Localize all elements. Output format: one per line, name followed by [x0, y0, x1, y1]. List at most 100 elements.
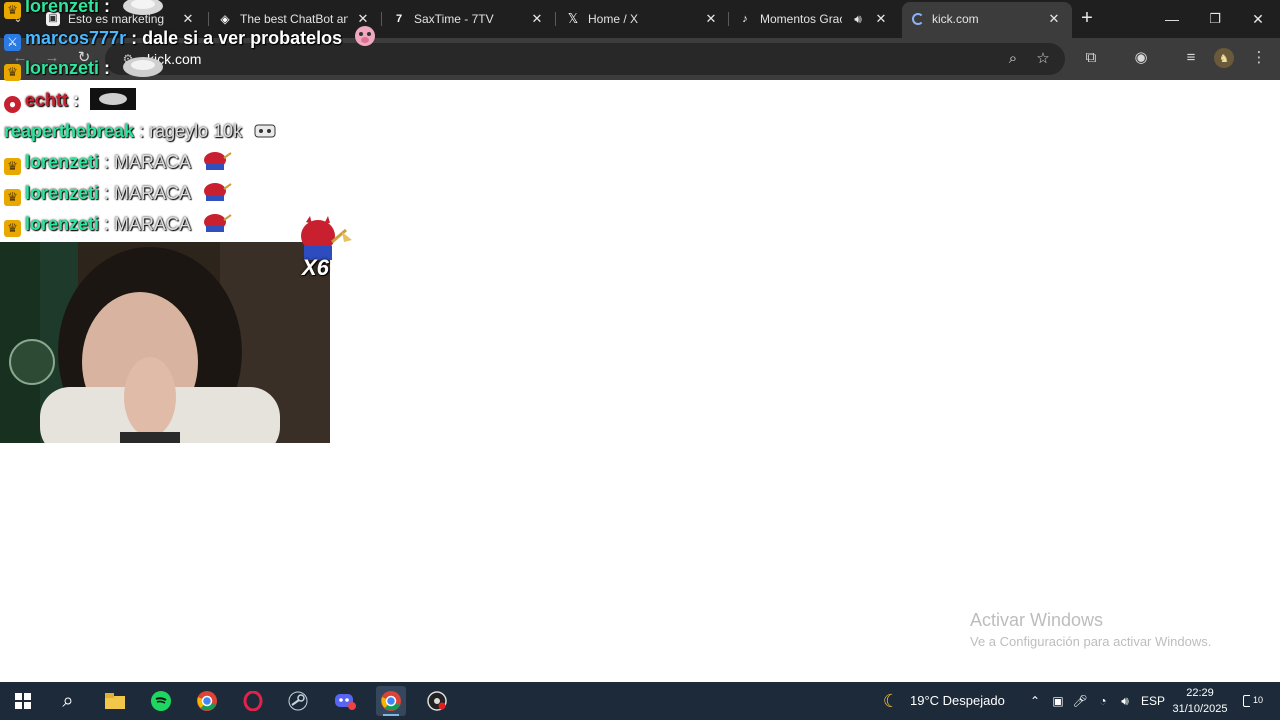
taskbar-clock[interactable]: 22:29 31/10/2025 — [1168, 685, 1232, 717]
chevron-up-icon[interactable]: ⌃ — [1026, 682, 1044, 720]
chat-username: lorenzeti — [25, 183, 100, 203]
chat-text: MARACA — [109, 183, 192, 203]
speaker-icon[interactable]: 🔊︎ — [850, 4, 866, 34]
chat-text: rageylo 10k — [144, 121, 243, 141]
emote-image — [123, 0, 164, 15]
tab-home-x[interactable]: 𝕏 Home / X ✕ — [566, 4, 726, 34]
obs-icon[interactable] — [422, 686, 452, 716]
7tv-icon: 7 — [395, 13, 403, 25]
profile-avatar[interactable]: ♞ — [1214, 48, 1234, 68]
activate-windows-title: Activar Windows — [970, 610, 1104, 630]
tab-separator — [555, 12, 556, 26]
chat-separator: : — [99, 58, 111, 78]
notification-count: 10 — [1250, 694, 1266, 708]
chat-username: lorenzeti — [25, 152, 100, 172]
lens-icon[interactable]: ◉ — [1130, 47, 1152, 69]
discord-icon[interactable] — [330, 686, 360, 716]
media-controls-icon[interactable]: ≡ — [1180, 47, 1202, 69]
minimize-icon[interactable]: — — [1160, 8, 1184, 30]
windows-start-icon[interactable] — [8, 686, 38, 716]
search-icon[interactable]: ⌕ — [53, 686, 83, 716]
crown-badge-icon: ♛ — [4, 64, 21, 81]
crown-badge-icon: ♛ — [4, 2, 21, 19]
zoom-icon[interactable]: ⌕ — [1002, 48, 1024, 70]
chat-separator: : — [68, 90, 80, 110]
clock-date: 31/10/2025 — [1172, 703, 1228, 715]
volume-icon[interactable]: 🔊︎ — [1116, 682, 1134, 720]
tab-momentos-gracio[interactable]: ♪ Momentos Gracio 🔊︎ ✕ — [738, 4, 898, 34]
chrome-menu-icon[interactable]: ⋮ — [1248, 47, 1270, 69]
close-tab-icon[interactable]: ✕ — [1046, 2, 1062, 38]
close-tab-icon[interactable]: ✕ — [529, 4, 545, 34]
chat-separator: : — [99, 214, 110, 234]
chat-separator: : — [99, 152, 110, 172]
tab-title: SaxTime - 7TV — [414, 12, 494, 26]
loading-icon — [912, 13, 924, 25]
emote-image — [254, 124, 276, 138]
moon-weather-icon[interactable]: ☾ — [878, 682, 904, 720]
crown-badge-icon: ♛ — [4, 158, 21, 175]
tiktok-icon: ♪ — [742, 13, 748, 25]
tab-separator — [381, 12, 382, 26]
chat-message: ● echtt : — [4, 87, 137, 113]
tab-title: Momentos Gracio — [760, 12, 842, 26]
verified-badge-icon: ● — [4, 96, 21, 113]
chat-separator: : — [134, 121, 145, 141]
file-explorer-icon[interactable] — [100, 686, 130, 716]
bookmark-star-icon[interactable]: ☆ — [1032, 48, 1054, 70]
tab-separator — [728, 12, 729, 26]
chat-username: lorenzeti — [25, 0, 100, 16]
x-icon: 𝕏 — [567, 11, 579, 26]
chrome-icon[interactable] — [192, 686, 222, 716]
chat-username: echtt — [25, 90, 69, 110]
maraca-emote-image — [204, 152, 232, 170]
meet-now-icon[interactable]: ▣ — [1049, 682, 1067, 720]
tab-saxtime-7tv[interactable]: 7 SaxTime - 7TV ✕ — [392, 4, 552, 34]
chat-message: ♛ lorenzeti : MARACA — [4, 149, 232, 175]
tab-kick-com[interactable]: kick.com ✕ — [902, 2, 1072, 38]
pig-emote-image — [355, 26, 376, 46]
chrome-active-icon[interactable] — [376, 686, 406, 716]
active-app-indicator — [383, 714, 399, 716]
close-tab-icon[interactable]: ✕ — [873, 4, 889, 34]
chat-text: MARACA — [109, 214, 192, 234]
sword-badge-icon: ⚔ — [4, 34, 21, 51]
maraca-emote-image — [204, 183, 232, 201]
chat-separator: : — [126, 28, 138, 48]
microphone-icon[interactable]: 🎤︎ — [1071, 682, 1089, 720]
webcam-image — [0, 242, 330, 443]
webcam-feed — [0, 242, 330, 443]
maraca-emote-image — [204, 214, 232, 232]
close-window-icon[interactable]: ✕ — [1246, 8, 1270, 30]
chat-message: reaperthebreak : rageylo 10k — [4, 118, 279, 144]
steam-icon[interactable] — [283, 686, 313, 716]
chat-username: lorenzeti — [25, 214, 100, 234]
chat-text: dale si a ver probatelos — [137, 28, 343, 48]
activate-windows-subtitle: Ve a Configuración para activar Windows. — [970, 634, 1212, 649]
emote-image — [123, 57, 164, 77]
sticker-multiplier: X6 — [302, 255, 329, 280]
opera-gx-icon[interactable] — [238, 686, 268, 716]
clock-time: 22:29 — [1186, 687, 1214, 699]
chat-username: lorenzeti — [25, 58, 100, 78]
windows-taskbar: ⌕ ☾ 19°C Despejado ⌃ ▣ 🎤︎ ◔ 🔊︎ ESP 22:29… — [0, 682, 1280, 720]
chat-username: marcos777r — [25, 28, 127, 48]
emote-image — [90, 88, 137, 110]
chat-message: ♛ lorenzeti : MARACA — [4, 180, 232, 206]
tab-title: kick.com — [932, 12, 979, 26]
chat-separator: : — [99, 0, 111, 16]
extensions-icon[interactable]: ⧉ — [1080, 47, 1102, 69]
chat-separator: : — [99, 183, 110, 203]
weather-text[interactable]: 19°C Despejado — [910, 682, 1005, 720]
restore-icon[interactable]: ❐ — [1203, 8, 1227, 30]
chat-message: ⚔ marcos777r : dale si a ver probatelos — [4, 24, 377, 51]
tab-title: Home / X — [588, 12, 639, 26]
crown-badge-icon: ♛ — [4, 220, 21, 237]
language-indicator[interactable]: ESP — [1140, 682, 1166, 720]
wifi-icon[interactable]: ◔ — [1094, 682, 1112, 720]
spotify-icon[interactable] — [146, 686, 176, 716]
chat-message: ♛ lorenzeti : — [4, 0, 165, 19]
close-tab-icon[interactable]: ✕ — [703, 4, 719, 34]
new-tab-plus-icon[interactable]: + — [1076, 8, 1098, 30]
crown-badge-icon: ♛ — [4, 189, 21, 206]
